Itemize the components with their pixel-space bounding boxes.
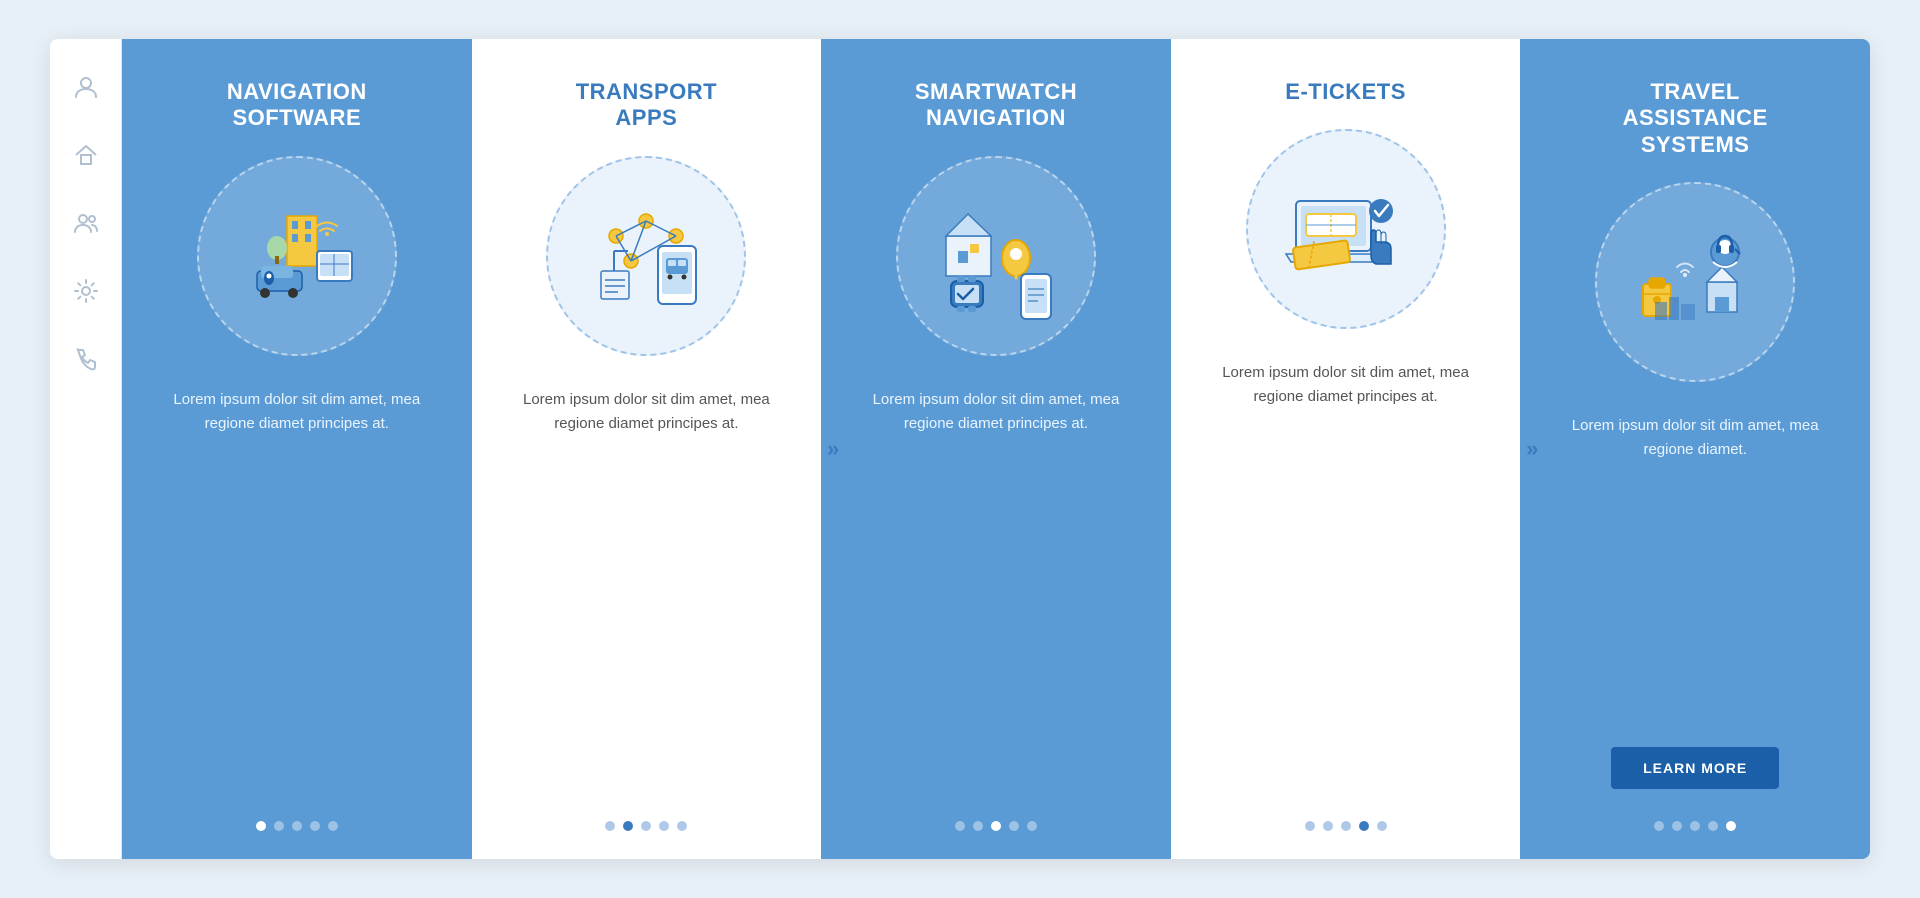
card-2-title: TRANSPORT APPS xyxy=(576,79,717,132)
dot-3-1[interactable] xyxy=(955,821,965,831)
card-smartwatch-navigation: SMARTWATCH NAVIGATION xyxy=(821,39,1171,859)
arrow-3: » xyxy=(1177,436,1189,462)
dot-1-4[interactable] xyxy=(310,821,320,831)
dot-2-3[interactable] xyxy=(641,821,651,831)
arrow-2: » xyxy=(827,436,839,462)
card-transport-apps: TRANSPORT APPS xyxy=(472,39,822,859)
card-5-dots xyxy=(1654,821,1736,831)
dot-5-3[interactable] xyxy=(1690,821,1700,831)
card-5-illustration xyxy=(1595,182,1795,382)
cards-container: NAVIGATION SOFTWARE xyxy=(122,39,1870,859)
card-2-dots xyxy=(605,821,687,831)
dot-1-1[interactable] xyxy=(256,821,266,831)
dot-3-2[interactable] xyxy=(973,821,983,831)
arrow-1: » xyxy=(477,436,489,462)
card-2-illustration xyxy=(546,156,746,356)
card-4-dots xyxy=(1305,821,1387,831)
arrow-4: » xyxy=(1526,436,1538,462)
card-travel-assistance: TRAVEL ASSISTANCE SYSTEMS xyxy=(1520,39,1870,859)
dot-5-1[interactable] xyxy=(1654,821,1664,831)
sidebar xyxy=(50,39,122,859)
dot-5-4[interactable] xyxy=(1708,821,1718,831)
dot-2-5[interactable] xyxy=(677,821,687,831)
dot-3-4[interactable] xyxy=(1009,821,1019,831)
phone-icon[interactable] xyxy=(70,343,102,375)
card-3-dots xyxy=(955,821,1037,831)
dot-2-2[interactable] xyxy=(623,821,633,831)
card-1-dots xyxy=(256,821,338,831)
dot-3-5[interactable] xyxy=(1027,821,1037,831)
dot-2-1[interactable] xyxy=(605,821,615,831)
dot-4-5[interactable] xyxy=(1377,821,1387,831)
card-5-text: Lorem ipsum dolor sit dim amet, mea regi… xyxy=(1548,414,1842,462)
card-3-text: Lorem ipsum dolor sit dim amet, mea regi… xyxy=(849,388,1143,436)
card-3-title: SMARTWATCH NAVIGATION xyxy=(915,79,1077,132)
card-4-title: E-TICKETS xyxy=(1285,79,1406,105)
app-container: NAVIGATION SOFTWARE xyxy=(50,39,1870,859)
card-3-illustration xyxy=(896,156,1096,356)
dot-4-4[interactable] xyxy=(1359,821,1369,831)
dot-5-2[interactable] xyxy=(1672,821,1682,831)
card-1-text: Lorem ipsum dolor sit dim amet, mea regi… xyxy=(150,388,444,436)
card-1-title: NAVIGATION SOFTWARE xyxy=(227,79,367,132)
card-navigation-software: NAVIGATION SOFTWARE xyxy=(122,39,472,859)
dot-1-3[interactable] xyxy=(292,821,302,831)
dot-4-2[interactable] xyxy=(1323,821,1333,831)
card-e-tickets: E-TICKETS xyxy=(1171,39,1521,859)
card-4-illustration xyxy=(1246,129,1446,329)
dot-4-1[interactable] xyxy=(1305,821,1315,831)
learn-more-button[interactable]: LEARN MORE xyxy=(1611,747,1779,789)
home-icon[interactable] xyxy=(70,139,102,171)
dot-1-2[interactable] xyxy=(274,821,284,831)
dot-1-5[interactable] xyxy=(328,821,338,831)
card-5-title: TRAVEL ASSISTANCE SYSTEMS xyxy=(1623,79,1768,158)
card-1-illustration xyxy=(197,156,397,356)
card-2-text: Lorem ipsum dolor sit dim amet, mea regi… xyxy=(500,388,794,436)
dot-3-3[interactable] xyxy=(991,821,1001,831)
dot-5-5[interactable] xyxy=(1726,821,1736,831)
people-icon[interactable] xyxy=(70,207,102,239)
user-icon[interactable] xyxy=(70,71,102,103)
card-4-text: Lorem ipsum dolor sit dim amet, mea regi… xyxy=(1199,361,1493,409)
settings-icon[interactable] xyxy=(70,275,102,307)
dot-2-4[interactable] xyxy=(659,821,669,831)
dot-4-3[interactable] xyxy=(1341,821,1351,831)
